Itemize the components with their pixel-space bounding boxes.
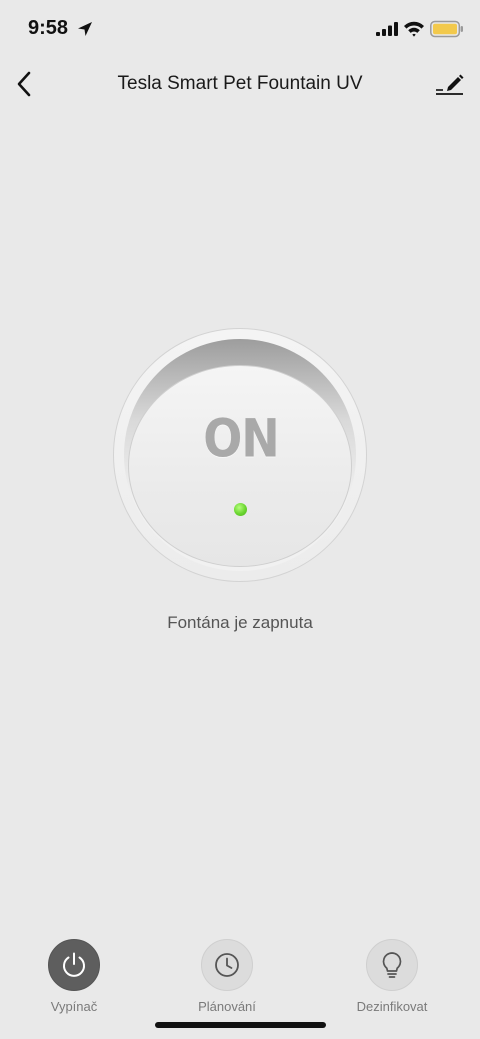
power-knob[interactable]: ON: [113, 328, 367, 582]
cellular-signal-icon: [376, 22, 398, 36]
home-indicator[interactable]: [155, 1022, 326, 1028]
disinfect-control[interactable]: Dezinfikovat: [332, 935, 452, 1014]
status-bar: 9:58: [0, 0, 480, 60]
schedule-control[interactable]: Plánování: [167, 935, 287, 1014]
battery-icon: [430, 20, 463, 38]
app-screen: 9:58 Tesla Smart Pet Fountain UV ON Font…: [0, 0, 480, 1039]
nav-header: Tesla Smart Pet Fountain UV: [0, 60, 480, 110]
clock-icon: [215, 953, 239, 977]
power-indicator-light: [234, 503, 247, 516]
chevron-left-icon: [17, 71, 31, 97]
disinfect-label: Dezinfikovat: [356, 999, 428, 1014]
battery-level: [433, 23, 457, 35]
power-icon: [63, 952, 85, 977]
bottom-controls: Vypínač Plánování Dezinfikovat: [0, 935, 480, 1025]
power-state-label: ON: [203, 406, 280, 470]
schedule-button[interactable]: [201, 939, 253, 991]
page-title: Tesla Smart Pet Fountain UV: [117, 73, 363, 94]
fountain-status-text: Fontána je zapnuta: [167, 613, 313, 632]
switch-button[interactable]: [48, 939, 100, 991]
switch-control[interactable]: Vypínač: [14, 935, 134, 1014]
pencil-edit-icon: [436, 74, 464, 95]
schedule-label: Plánování: [198, 999, 256, 1014]
status-time: 9:58: [28, 17, 69, 39]
switch-label: Vypínač: [50, 999, 98, 1014]
back-button[interactable]: [10, 68, 38, 100]
wifi-icon: [404, 21, 424, 37]
edit-button[interactable]: [432, 68, 466, 100]
lightbulb-icon: [382, 952, 402, 978]
disinfect-button[interactable]: [366, 939, 418, 991]
location-arrow-icon: [78, 22, 92, 36]
